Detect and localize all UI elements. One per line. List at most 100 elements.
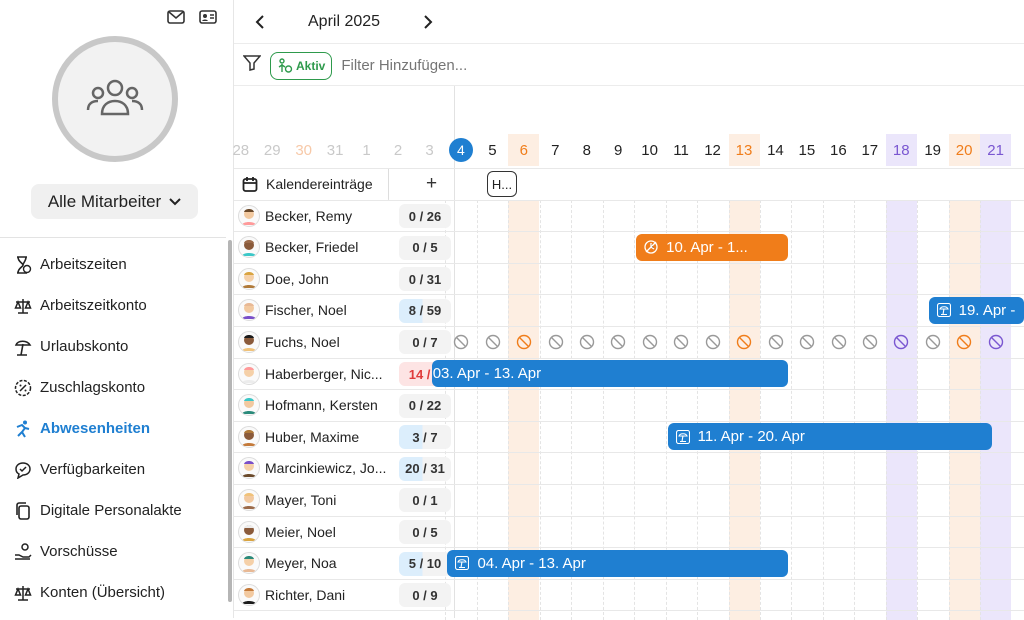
day-header[interactable]: 31 [320,134,351,166]
sidebar-divider [0,237,226,238]
absence-bar[interactable]: 11. Apr - 20. Apr [667,423,993,451]
avatar [238,583,260,606]
day-header[interactable]: 2 [383,134,414,166]
filter-input[interactable] [341,57,642,74]
sidebar-item-label: Digitale Personalakte [40,502,182,519]
contact-card-icon[interactable] [199,10,217,24]
next-month-icon[interactable] [418,12,438,32]
employee-row[interactable]: Fuchs, Noel 0 / 7 [234,326,454,357]
mail-icon[interactable] [167,10,185,24]
employee-row[interactable]: Richter, Dani 0 / 9 [234,579,454,610]
employee-row[interactable]: Doe, John 0 / 31 [234,263,454,294]
group-avatar[interactable] [52,36,178,162]
sidebar-item-digitale-personalakte[interactable]: Digitale Personalakte [0,490,228,531]
group-users-icon [86,79,144,116]
blocked-day-icon [516,334,532,350]
employee-row[interactable]: Becker, Remy 0 / 26 [234,200,454,231]
day-header[interactable]: 15 [791,134,822,166]
sidebar-item-label: Konten (Übersicht) [40,584,166,601]
employee-name: Huber, Maxime [265,428,360,445]
absence-label: 10. Apr - 1... [666,238,748,256]
day-header[interactable]: 30 [288,134,319,166]
day-header[interactable]: 16 [823,134,854,166]
day-header[interactable]: 17 [854,134,885,166]
sidebar-item-urlaubskonto[interactable]: Urlaubskonto [0,326,228,367]
absence-bar[interactable]: 04. Apr - 13. Apr [447,549,788,577]
blocked-day-icon [642,334,658,350]
sidebar-item-arbeitszeiten[interactable]: Arbeitszeiten [0,244,228,285]
caret-down-icon [169,197,181,205]
absence-label: 03. Apr - 13. Apr [432,365,542,382]
day-header[interactable]: 13 [728,134,760,166]
employee-name: Fischer, Noel [265,302,347,319]
day-header[interactable]: 3 [414,134,445,166]
day-header[interactable]: 11 [666,134,697,166]
blocked-day-icon [485,334,501,350]
sidebar-item-label: Zuschlagskonto [40,379,146,396]
employee-row[interactable]: Mayer, Toni 0 / 1 [234,484,454,515]
day-header[interactable]: 4 [445,134,476,166]
day-header[interactable]: 12 [697,134,728,166]
add-entry-icon[interactable]: + [426,173,437,195]
day-header[interactable]: 14 [760,134,791,166]
holiday-entry-chip[interactable]: H... [487,171,517,197]
vacation-count-badge: 0 / 26 [399,204,451,228]
chat-check-icon [14,461,32,479]
day-header[interactable]: 28 [225,134,256,166]
blocked-day-icon [988,334,1004,350]
employee-row[interactable]: Marcinkiewicz, Jo... 20 / 31 [234,453,454,484]
absence-bar[interactable]: 03. Apr - 13. Apr [431,360,788,387]
blocked-day-icon [831,334,847,350]
month-navigation: April 2025 [234,0,1024,44]
avatar [238,236,260,259]
beach-umbrella-icon [936,303,951,318]
blocked-day-icon [956,334,972,350]
sidebar-item-arbeitszeitkonto[interactable]: Arbeitszeitkonto [0,285,228,326]
day-header[interactable]: 20 [948,134,980,166]
active-filter-chip[interactable]: Aktiv [270,51,333,80]
avatar [238,552,260,575]
day-header[interactable]: 19 [917,134,948,166]
day-header[interactable]: 6 [508,134,540,166]
sidebar-item-abwesenheiten[interactable]: Abwesenheiten [0,408,228,449]
day-header[interactable]: 21 [980,134,1012,166]
blocked-day-icon [579,334,595,350]
calendar-icon [242,177,258,192]
employee-row[interactable]: Meier, Noel 0 / 5 [234,516,454,547]
day-header[interactable]: 9 [603,134,634,166]
sidebar-item-label: Arbeitszeiten [40,256,127,273]
employee-name: Becker, Remy [265,207,353,224]
sidebar-scrollbar[interactable] [228,240,232,602]
day-header[interactable]: 8 [571,134,602,166]
absence-bar[interactable]: 19. Apr - [928,296,1024,324]
employee-row[interactable]: Haberberger, Nic... 14 / 9 [234,358,454,389]
month-title: April 2025 [308,12,381,30]
day-header[interactable]: 10 [634,134,665,166]
employee-row[interactable]: Hofmann, Kersten 0 / 22 [234,390,454,421]
day-header[interactable]: 7 [540,134,571,166]
vacation-count-badge: 3 / 7 [399,425,451,450]
day-header[interactable]: 5 [477,134,508,166]
sidebar-item-vorschüsse[interactable]: Vorschüsse [0,531,228,572]
sidebar-item-verfügbarkeiten[interactable]: Verfügbarkeiten [0,449,228,490]
employee-group-select[interactable]: Alle Mitarbeiter [31,184,198,219]
employee-row[interactable]: Huber, Maxime 3 / 7 [234,421,454,452]
group-select-label: Alle Mitarbeiter [47,191,162,211]
vacation-count-badge: 0 / 5 [399,235,451,260]
filter-bar: Aktiv [234,46,1024,86]
employee-row[interactable]: Meyer, Noa 5 / 10 [234,548,454,579]
employee-row[interactable]: Fischer, Noel 8 / 59 [234,295,454,326]
previous-month-icon[interactable] [250,12,270,32]
day-header[interactable]: 18 [885,134,917,166]
active-chip-label: Aktiv [296,58,326,73]
day-header[interactable]: 29 [257,134,288,166]
filter-icon[interactable] [242,55,262,76]
sidebar-item-zuschlagskonto[interactable]: Zuschlagskonto [0,367,228,408]
day-header[interactable]: 1 [351,134,382,166]
absence-bar[interactable]: 10. Apr - 1... [636,233,788,261]
employee-row[interactable]: Becker, Friedel 0 / 5 [234,232,454,263]
percent-badge-icon [14,379,32,397]
person-active-icon [278,57,293,73]
sidebar-item-konten-übersicht[interactable]: Konten (Übersicht) [0,572,228,613]
copy-documents-icon [14,501,32,520]
